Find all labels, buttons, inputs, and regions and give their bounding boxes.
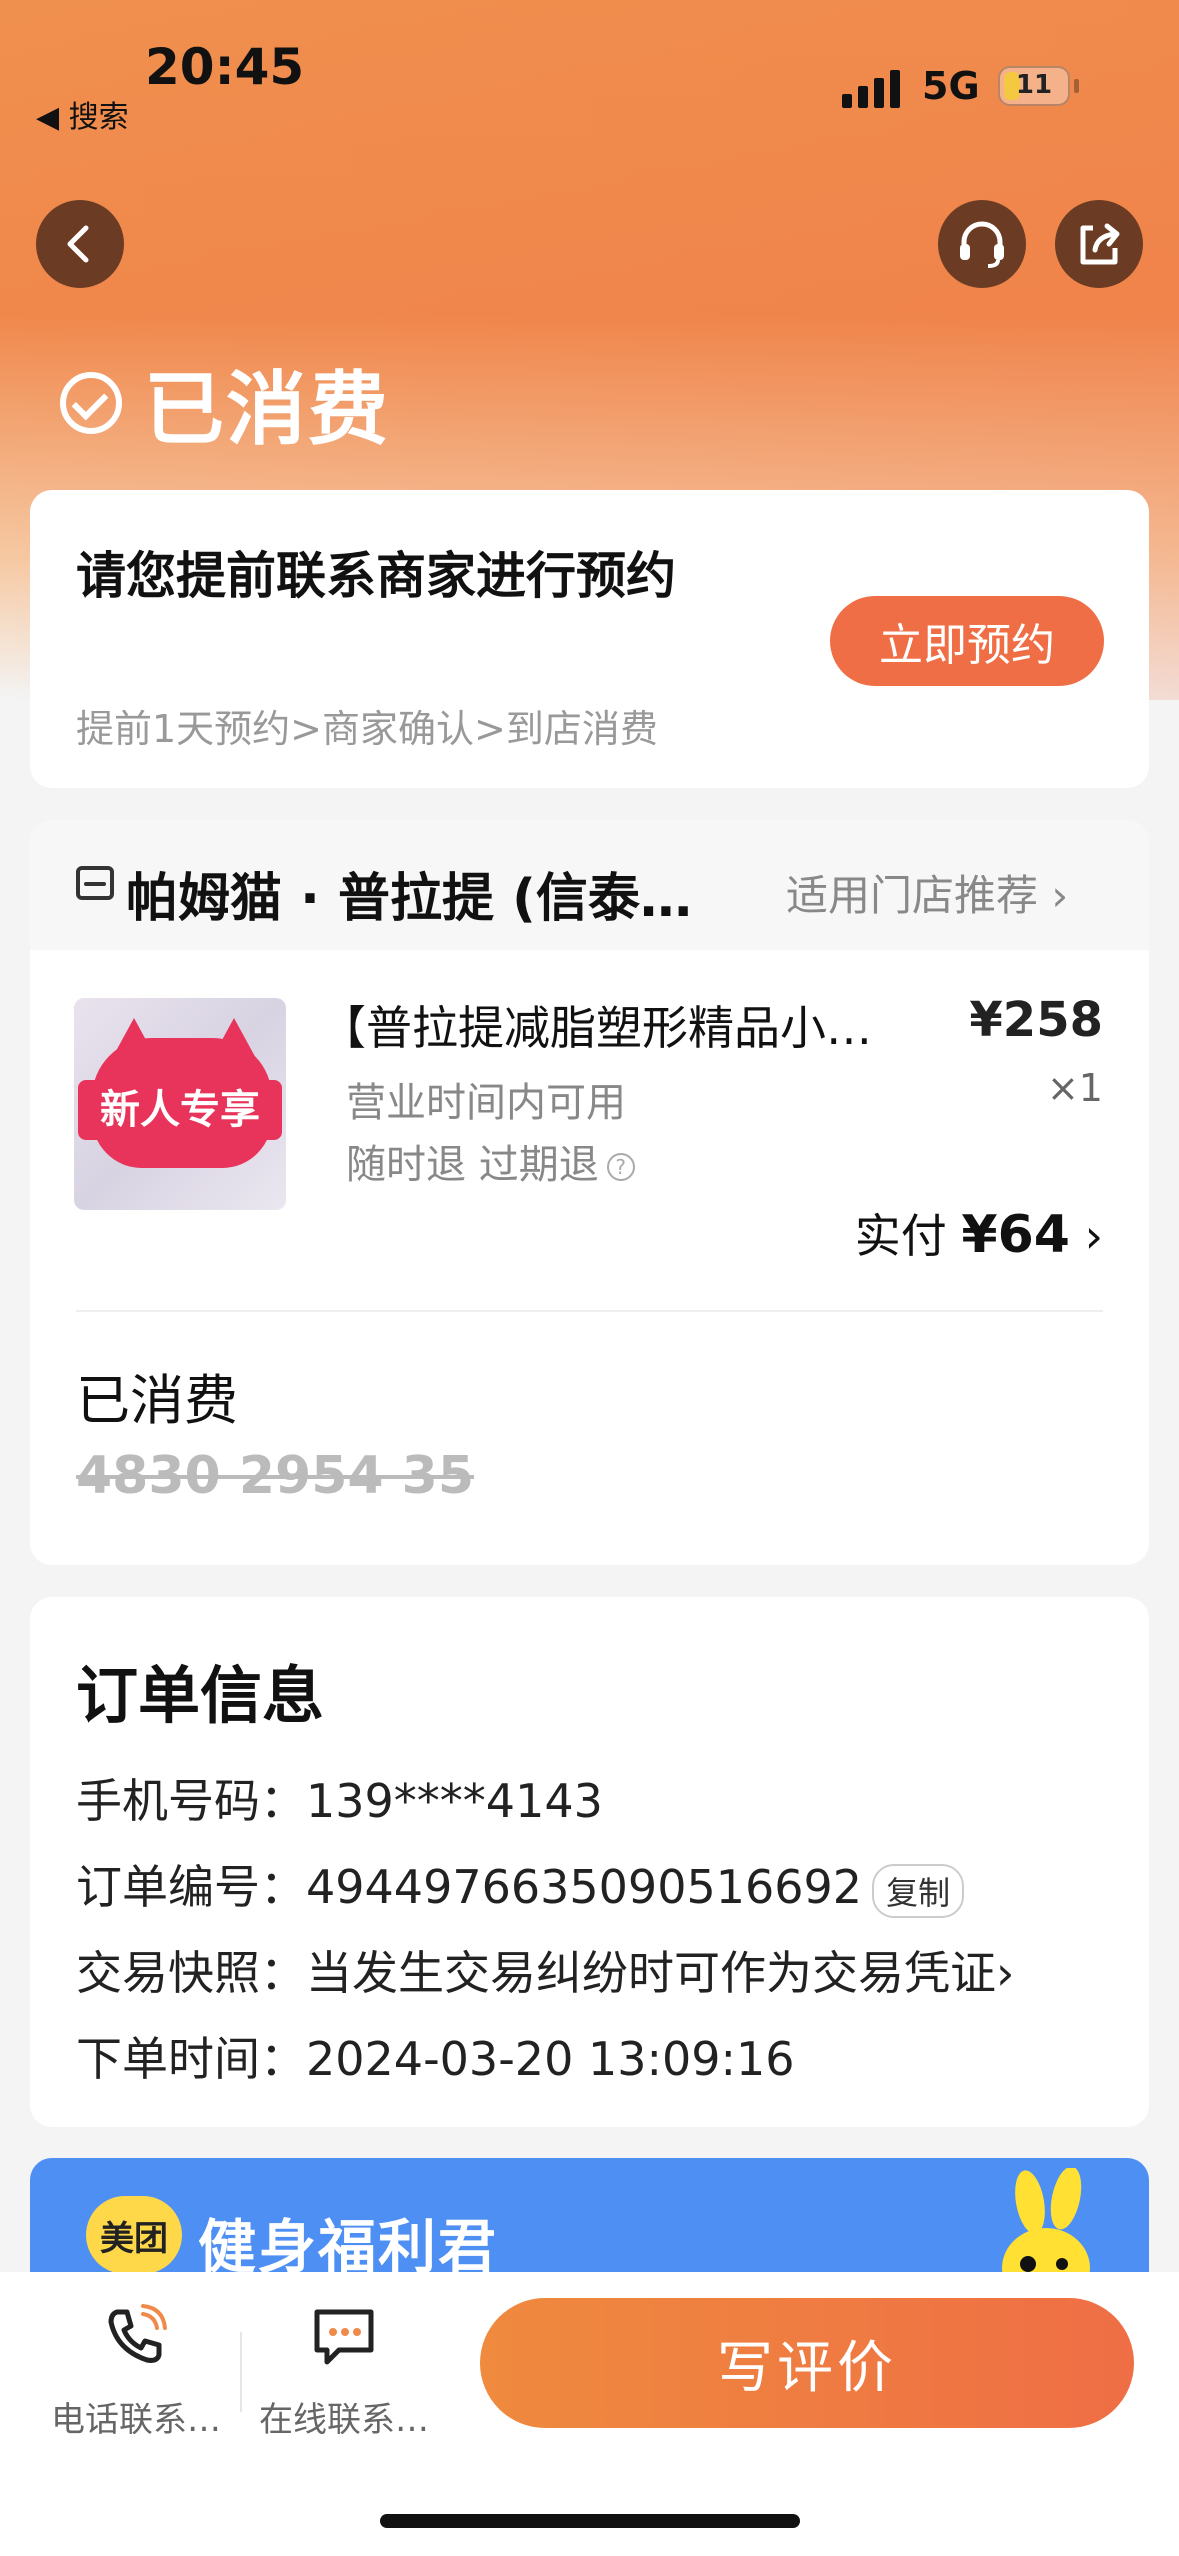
page-title: 已消费 bbox=[144, 363, 390, 456]
help-icon[interactable]: ? bbox=[606, 1153, 635, 1181]
home-indicator[interactable] bbox=[380, 2514, 800, 2528]
order-number-label: 订单编号： bbox=[76, 1860, 306, 1914]
paid-amount: ¥64 bbox=[961, 1205, 1070, 1265]
promo-banner[interactable]: 美团 健身福利君 bbox=[30, 2158, 1149, 2278]
usage-time: 营业时间内可用 bbox=[346, 1080, 626, 1126]
chevron-right-icon: › bbox=[1051, 871, 1069, 920]
share-button[interactable] bbox=[1055, 200, 1143, 288]
store-recommend-label: 适用门店推荐 bbox=[786, 871, 1039, 920]
snapshot-label: 交易快照： bbox=[76, 1946, 306, 2000]
chevron-right-icon: › bbox=[996, 1946, 1015, 2000]
booking-steps: 提前1天预约>商家确认>到店消费 bbox=[76, 707, 658, 751]
order-number-value: 4944976635090516692 bbox=[306, 1860, 863, 1914]
network-type: 5G bbox=[922, 64, 980, 108]
store-recommend-link[interactable]: 适用门店推荐 › bbox=[786, 862, 1068, 923]
product-price: ¥258 bbox=[969, 992, 1103, 1048]
battery-level: 11 bbox=[1015, 70, 1053, 100]
phone-contact-label: 电话联系… bbox=[51, 2400, 221, 2440]
meituan-logo: 美团 bbox=[86, 2196, 182, 2274]
battery-tip bbox=[1074, 79, 1079, 93]
refund-policy-text: 随时退 过期退 bbox=[346, 1142, 599, 1188]
phone-row: 手机号码：139****4143 bbox=[76, 1765, 603, 1831]
divider bbox=[240, 2332, 242, 2412]
banner-title: 健身福利君 bbox=[198, 2213, 499, 2278]
check-circle-icon bbox=[60, 372, 122, 434]
order-status-header: 已消费 bbox=[60, 345, 390, 461]
copy-button[interactable]: 复制 bbox=[872, 1863, 965, 1918]
rabbit-mascot-icon bbox=[1002, 2168, 1090, 2278]
divider bbox=[76, 1310, 1103, 1312]
order-info-title: 订单信息 bbox=[76, 1659, 325, 1732]
battery-icon: 11 bbox=[998, 66, 1070, 106]
book-now-button[interactable]: 立即预约 bbox=[830, 596, 1104, 686]
signal-icon bbox=[842, 70, 902, 108]
store-icon bbox=[76, 866, 114, 900]
booking-card: 请您提前联系商家进行预约 提前1天预约>商家确认>到店消费 立即预约 bbox=[30, 490, 1149, 788]
headset-icon bbox=[960, 221, 1004, 268]
online-chat-label: 在线联系… bbox=[259, 2400, 429, 2440]
online-chat-button[interactable]: 在线联系… bbox=[244, 2302, 444, 2441]
chevron-left-icon bbox=[67, 225, 89, 263]
snapshot-row[interactable]: 交易快照：当发生交易纠纷时可作为交易凭证› bbox=[76, 1937, 1014, 2003]
booking-title: 请您提前联系商家进行预约 bbox=[76, 547, 676, 605]
voucher-status: 已消费 bbox=[76, 1369, 238, 1432]
order-info-card: 订单信息 手机号码：139****4143 订单编号：4944976635090… bbox=[30, 1597, 1149, 2127]
refund-policy[interactable]: 随时退 过期退? bbox=[346, 1132, 635, 1190]
product-thumbnail[interactable]: 新人专享 bbox=[74, 998, 286, 1210]
back-to-app-link[interactable]: ◀ 搜索 bbox=[36, 92, 129, 136]
order-time-label: 下单时间： bbox=[76, 2032, 306, 2086]
back-button[interactable] bbox=[36, 200, 124, 288]
share-icon bbox=[1080, 223, 1120, 265]
paid-label: 实付 bbox=[854, 1209, 947, 1263]
order-time-row: 下单时间：2024-03-20 13:09:16 bbox=[76, 2023, 795, 2089]
chevron-right-icon: › bbox=[1084, 1209, 1103, 1263]
new-user-badge: 新人专享 bbox=[78, 1080, 282, 1140]
store-name[interactable]: 帕姆猫 · 普拉提 (信泰… bbox=[126, 856, 756, 931]
product-title[interactable]: 【普拉提减脂塑形精品小… bbox=[320, 992, 920, 1058]
snapshot-value: 当发生交易纠纷时可作为交易凭证 bbox=[306, 1946, 996, 2000]
status-bar: 20:45 ◀ 搜索 5G 11 bbox=[0, 0, 1179, 140]
status-time: 20:45 bbox=[145, 38, 305, 96]
phone-value: 139****4143 bbox=[306, 1774, 603, 1828]
order-number-row: 订单编号：4944976635090516692 复制 bbox=[76, 1851, 965, 1918]
phone-label: 手机号码： bbox=[76, 1774, 306, 1828]
customer-service-button[interactable] bbox=[938, 200, 1026, 288]
order-time-value: 2024-03-20 13:09:16 bbox=[306, 2032, 795, 2086]
phone-contact-button[interactable]: 电话联系… bbox=[36, 2302, 236, 2441]
chat-icon bbox=[314, 2309, 374, 2365]
write-review-button[interactable]: 写评价 bbox=[480, 2298, 1134, 2428]
phone-icon bbox=[108, 2304, 167, 2363]
voucher-code: 4830 2954 35 bbox=[76, 1446, 475, 1506]
product-quantity: ×1 bbox=[1046, 1066, 1103, 1110]
order-card: 帕姆猫 · 普拉提 (信泰… 适用门店推荐 › 新人专享 【普拉提减脂塑形精品小… bbox=[30, 820, 1149, 1565]
store-bar[interactable]: 帕姆猫 · 普拉提 (信泰… 适用门店推荐 › bbox=[30, 820, 1149, 950]
paid-amount-row[interactable]: 实付 ¥64 › bbox=[855, 1200, 1103, 1266]
